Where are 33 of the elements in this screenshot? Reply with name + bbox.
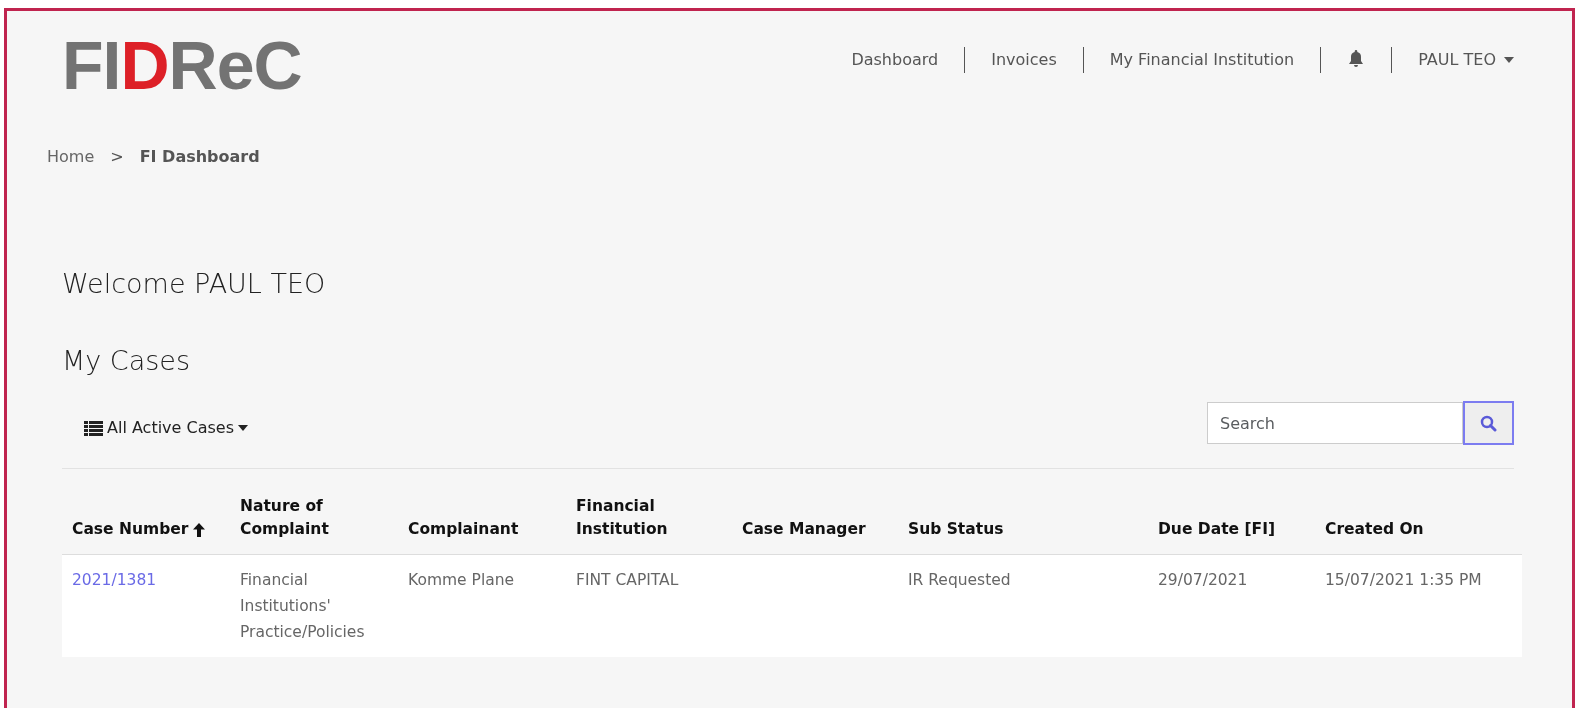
nav-link[interactable]: Invoices: [991, 50, 1057, 69]
column-header[interactable]: Financial Institution: [576, 495, 696, 542]
column-header[interactable]: Sub Status: [908, 518, 1004, 542]
search-icon: [1480, 414, 1497, 432]
table-cell: 29/07/2021: [1158, 570, 1248, 589]
column-header[interactable]: Due Date [FI]: [1158, 518, 1275, 542]
column-header[interactable]: Case Number: [72, 518, 207, 542]
breadcrumb-separator: >: [110, 146, 124, 168]
list-icon: [84, 420, 103, 436]
column-header[interactable]: Complainant: [408, 518, 519, 542]
table-cell: IR Requested: [908, 570, 1011, 589]
bell-icon[interactable]: [1347, 49, 1366, 68]
column-header[interactable]: Created On: [1325, 518, 1424, 542]
column-header[interactable]: Nature of Complaint: [240, 495, 360, 542]
caret-icon: [238, 425, 248, 431]
case-link[interactable]: 2021/1381: [72, 570, 157, 589]
table-cell: FINT CAPITAL: [576, 570, 679, 589]
search-field[interactable]: Search: [1207, 402, 1463, 444]
user-menu[interactable]: PAUL TEO: [1418, 47, 1514, 73]
table-cell: Komme Plane: [408, 570, 515, 589]
nav-link[interactable]: My Financial Institution: [1109, 50, 1295, 69]
breadcrumb-current: FI Dashboard: [139, 146, 260, 168]
welcome-heading: Welcome PAUL TEO: [61, 267, 327, 301]
column-header[interactable]: Case Manager: [742, 518, 866, 542]
section-heading: My Cases: [61, 343, 191, 378]
nav-link[interactable]: Dashboard: [851, 50, 939, 69]
caret-icon: [1504, 57, 1514, 63]
table-cell-text: Financial Institutions' Practice/Policies: [240, 569, 366, 643]
breadcrumb-link[interactable]: Home: [47, 145, 95, 169]
table-cell: 15/07/2021 1:35 PM: [1325, 570, 1482, 589]
logo[interactable]: FIDReC: [62, 31, 302, 99]
filter-dropdown[interactable]: All Active Cases: [84, 416, 248, 440]
search-button[interactable]: [1463, 401, 1514, 445]
